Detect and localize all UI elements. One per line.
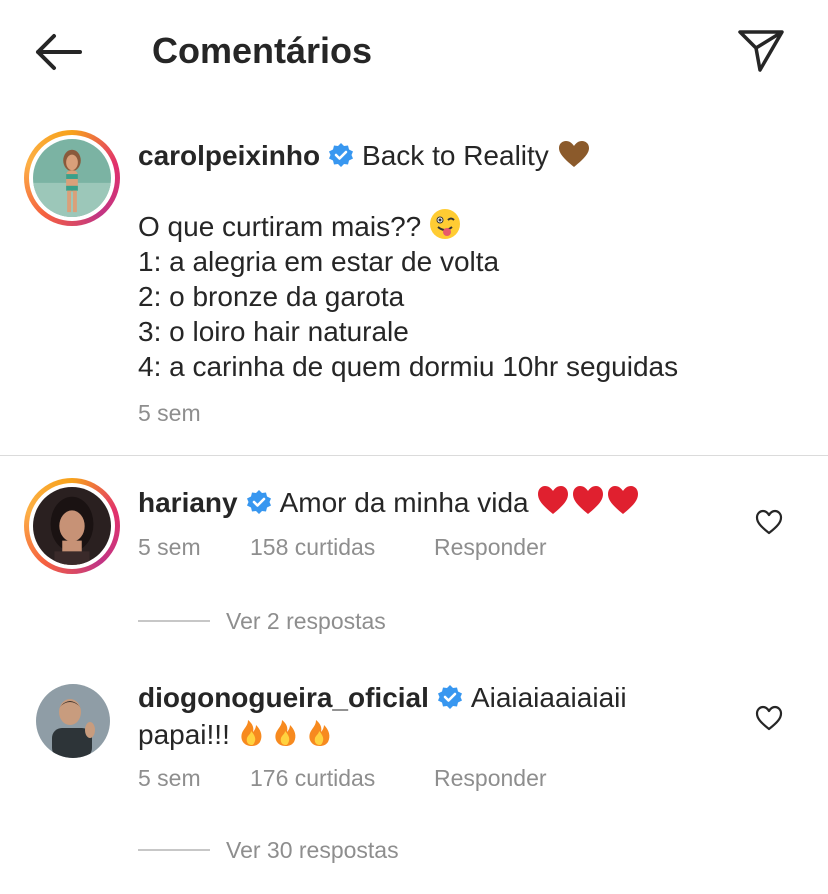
- red-hearts-icon: [538, 486, 639, 514]
- brown-heart-icon: [558, 141, 589, 167]
- comment-text-row: hariany Amor da minha vida: [138, 484, 738, 520]
- verified-badge-icon: [329, 143, 354, 167]
- like-count[interactable]: 176 curtidas: [250, 765, 375, 792]
- caption-line-5: 4: a carinha de quem dormiu 10hr seguida…: [138, 351, 679, 382]
- caption-line-4: 3: o loiro hair naturale: [138, 316, 409, 347]
- replies-line: [138, 849, 210, 851]
- send-icon[interactable]: [736, 26, 786, 74]
- verified-badge-icon: [437, 685, 462, 709]
- replies-line: [138, 620, 210, 622]
- like-count[interactable]: 158 curtidas: [250, 534, 375, 561]
- page-title: Comentários: [152, 30, 373, 71]
- comment-text-row-2: papai!!!: [138, 716, 738, 752]
- caption-line-3: 2: o bronze da garota: [138, 281, 405, 312]
- reply-button[interactable]: Responder: [434, 765, 547, 792]
- view-replies-button[interactable]: Ver 30 respostas: [226, 837, 399, 864]
- avatar: [33, 487, 111, 565]
- caption-question: O que curtiram mais??: [138, 211, 422, 242]
- caption-first-line: carolpeixinho Back to Reality: [138, 138, 818, 173]
- comment-text: Amor da minha vida: [279, 487, 529, 518]
- comment-text: Aiaiaiaaiaiaii: [470, 682, 627, 713]
- caption-title: Back to Reality: [362, 140, 549, 171]
- winking-tongue-emoji-icon: [430, 209, 460, 239]
- back-arrow-icon[interactable]: [30, 30, 86, 74]
- like-heart-icon[interactable]: [754, 508, 784, 536]
- comment-time: 5 sem: [138, 765, 201, 791]
- like-heart-icon[interactable]: [754, 704, 784, 732]
- caption-time: 5 sem: [138, 400, 201, 426]
- reply-button[interactable]: Responder: [434, 534, 547, 561]
- comment-avatar-ring[interactable]: [24, 478, 120, 574]
- comment-username[interactable]: diogonogueira_oficial: [138, 682, 429, 713]
- divider: [0, 455, 828, 456]
- comment-time: 5 sem: [138, 534, 201, 560]
- caption-avatar-ring[interactable]: [24, 130, 120, 226]
- avatar: [36, 684, 110, 758]
- comment-avatar[interactable]: [36, 684, 110, 758]
- comment-username[interactable]: hariany: [138, 487, 238, 518]
- caption-line-2: 1: a alegria em estar de volta: [138, 246, 500, 277]
- comment-text-continued: papai!!!: [138, 719, 230, 750]
- caption-username[interactable]: carolpeixinho: [138, 140, 320, 171]
- view-replies-button[interactable]: Ver 2 respostas: [226, 608, 386, 635]
- caption-line-1: O que curtiram mais??: [138, 208, 818, 244]
- fire-emojis-icon: [241, 720, 330, 746]
- comment-text-row-1: diogonogueira_oficial Aiaiaiaaiaiaii: [138, 680, 738, 715]
- verified-badge-icon: [246, 490, 271, 514]
- avatar: [33, 139, 111, 217]
